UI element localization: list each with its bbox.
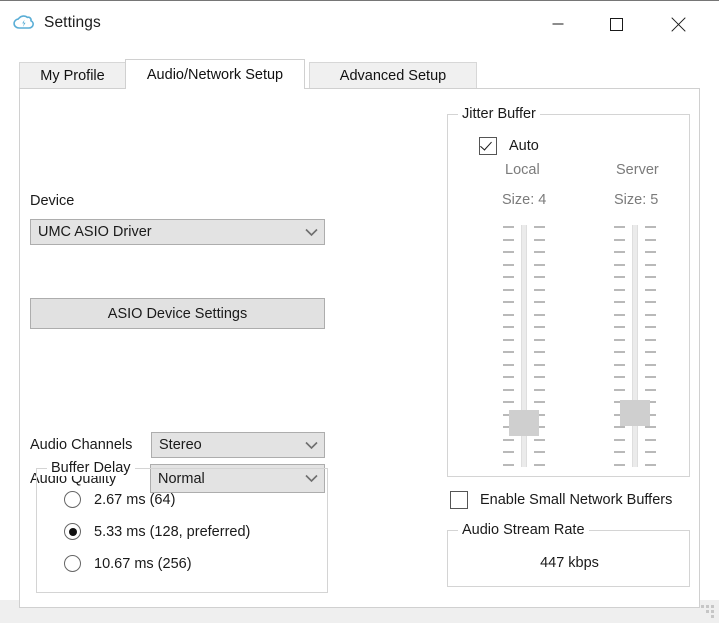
asio-device-settings-button[interactable]: ASIO Device Settings [30,298,325,329]
asio-device-settings-label: ASIO Device Settings [107,305,248,322]
jitter-buffer-server-size: Size: 5 [614,192,659,208]
checkbox-unchecked-icon [450,491,468,509]
buffer-delay-option-label: 2.67 ms (64) [94,491,176,508]
chevron-down-icon [298,228,324,237]
tab-label: Advanced Setup [339,67,447,84]
audio-channels-value: Stereo [159,437,202,453]
audio-stream-rate-value: 447 kbps [540,555,599,571]
title-bar: Settings [0,0,719,48]
tab-strip: My Profile Audio/Network Setup Advanced … [19,59,700,89]
jitter-buffer-server-label: Server [616,162,659,178]
tab-my-profile[interactable]: My Profile [19,62,126,88]
jitter-buffer-local-slider[interactable] [501,225,547,467]
jitter-buffer-group: Jitter Buffer Auto Local Server Size: 4 … [447,106,690,477]
device-combobox-value: UMC ASIO Driver [38,224,152,240]
tab-audio-network-setup[interactable]: Audio/Network Setup [125,59,305,89]
audio-stream-rate-group: Audio Stream Rate 447 kbps [447,522,690,587]
device-label: Device [30,193,75,209]
checkbox-checked-icon [479,137,497,155]
buffer-delay-title: Buffer Delay [47,460,135,476]
jitter-buffer-title: Jitter Buffer [458,106,540,122]
device-combobox[interactable]: UMC ASIO Driver [30,219,325,245]
buffer-delay-group: Buffer Delay 2.67 ms (64) 5.33 ms (128, … [36,460,328,593]
maximize-icon [609,17,623,31]
close-button[interactable] [655,1,701,47]
window-title: Settings [44,14,101,31]
audio-channels-label: Audio Channels [30,437,133,453]
minimize-icon [552,23,564,25]
audio-channels-combobox[interactable]: Stereo [151,432,325,458]
jitter-buffer-local-label: Local [505,162,540,178]
jitter-buffer-auto-checkbox[interactable]: Auto [479,137,539,155]
enable-small-network-buffers-label: Enable Small Network Buffers [480,492,673,508]
jitter-buffer-server-slider[interactable] [612,225,658,467]
tab-label: My Profile [40,67,105,84]
maximize-button[interactable] [593,1,639,47]
slider-handle[interactable] [509,410,539,436]
buffer-delay-option-64[interactable]: 2.67 ms (64) [64,491,175,508]
audio-network-setup-panel: Device UMC ASIO Driver ASIO Device Setti… [19,88,700,608]
slider-handle[interactable] [620,400,650,426]
minimize-button[interactable] [535,1,581,47]
resize-grip[interactable] [701,605,715,619]
buffer-delay-option-128[interactable]: 5.33 ms (128, preferred) [64,523,250,540]
enable-small-network-buffers-checkbox[interactable]: Enable Small Network Buffers [450,491,672,509]
jitter-buffer-local-size: Size: 4 [502,192,547,208]
radio-icon [64,491,81,508]
chevron-down-icon [298,441,324,450]
settings-window: Settings My Profile Audio/Network Setup [0,0,719,608]
close-icon [670,16,686,32]
radio-icon [64,555,81,572]
jamulus-cloud-note-icon [11,11,38,38]
buffer-delay-option-label: 5.33 ms (128, preferred) [94,523,251,540]
buffer-delay-option-256[interactable]: 10.67 ms (256) [64,555,192,572]
buffer-delay-option-label: 10.67 ms (256) [94,555,192,572]
tab-advanced-setup[interactable]: Advanced Setup [309,62,477,88]
slider-ticks [612,225,658,467]
tab-label: Audio/Network Setup [146,66,284,83]
jitter-buffer-auto-label: Auto [509,138,539,154]
audio-stream-rate-title: Audio Stream Rate [458,522,589,538]
radio-icon-selected [64,523,81,540]
